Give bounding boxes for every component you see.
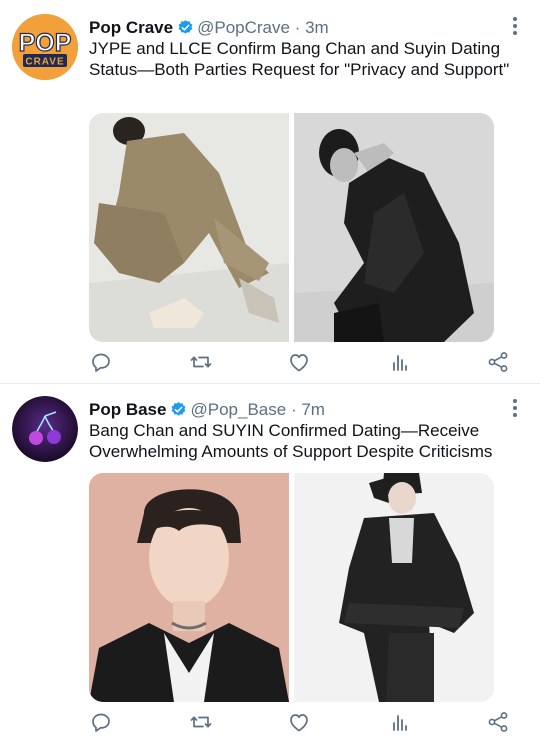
separator: ·	[290, 400, 297, 419]
action-bar	[89, 350, 519, 374]
more-icon[interactable]	[512, 17, 518, 37]
photo-right[interactable]	[294, 113, 494, 342]
avatar-pop-crave[interactable]: POP CRAVE	[12, 14, 78, 80]
retweet-icon[interactable]	[189, 710, 213, 734]
more-icon[interactable]	[512, 399, 518, 419]
photo-left[interactable]	[89, 113, 289, 342]
verified-badge-icon	[170, 401, 187, 418]
photo-right[interactable]	[294, 473, 494, 702]
like-icon[interactable]	[287, 350, 311, 374]
tweet-pop-base[interactable]: Pop Base @Pop_Base · 7m Bang Chan and SUY…	[0, 384, 540, 743]
tweet-header: Pop Crave @PopCrave · 3m	[89, 17, 504, 38]
verified-badge-icon	[177, 19, 194, 36]
action-bar	[89, 710, 519, 734]
tweet-media[interactable]	[89, 473, 494, 702]
analytics-icon[interactable]	[387, 350, 411, 374]
handle[interactable]: @PopCrave	[197, 18, 290, 37]
timestamp[interactable]: 7m	[301, 400, 325, 419]
tweet-header: Pop Base @Pop_Base · 7m	[89, 399, 504, 420]
tweet-pop-crave[interactable]: POP CRAVE Pop Crave @PopCrave · 3m JYPE a…	[0, 0, 540, 383]
avatar-logo-bottom: CRAVE	[25, 57, 64, 68]
tweet-text: Bang Chan and SUYIN Confirmed Dating—Rec…	[89, 421, 493, 461]
tweet-text: JYPE and LLCE Confirm Bang Chan and Suyi…	[89, 39, 510, 79]
avatar-pop-base[interactable]	[12, 396, 78, 462]
share-icon[interactable]	[486, 350, 510, 374]
separator: ·	[294, 18, 301, 37]
display-name[interactable]: Pop Crave	[89, 18, 173, 37]
tweet-media[interactable]	[89, 113, 494, 342]
timestamp[interactable]: 3m	[305, 18, 329, 37]
retweet-icon[interactable]	[189, 350, 213, 374]
display-name[interactable]: Pop Base	[89, 400, 166, 419]
analytics-icon[interactable]	[387, 710, 411, 734]
reply-icon[interactable]	[89, 710, 113, 734]
share-icon[interactable]	[486, 710, 510, 734]
reply-icon[interactable]	[89, 350, 113, 374]
photo-left[interactable]	[89, 473, 289, 702]
handle[interactable]: @Pop_Base	[190, 400, 286, 419]
like-icon[interactable]	[287, 710, 311, 734]
avatar-logo-top: POP	[19, 29, 72, 57]
